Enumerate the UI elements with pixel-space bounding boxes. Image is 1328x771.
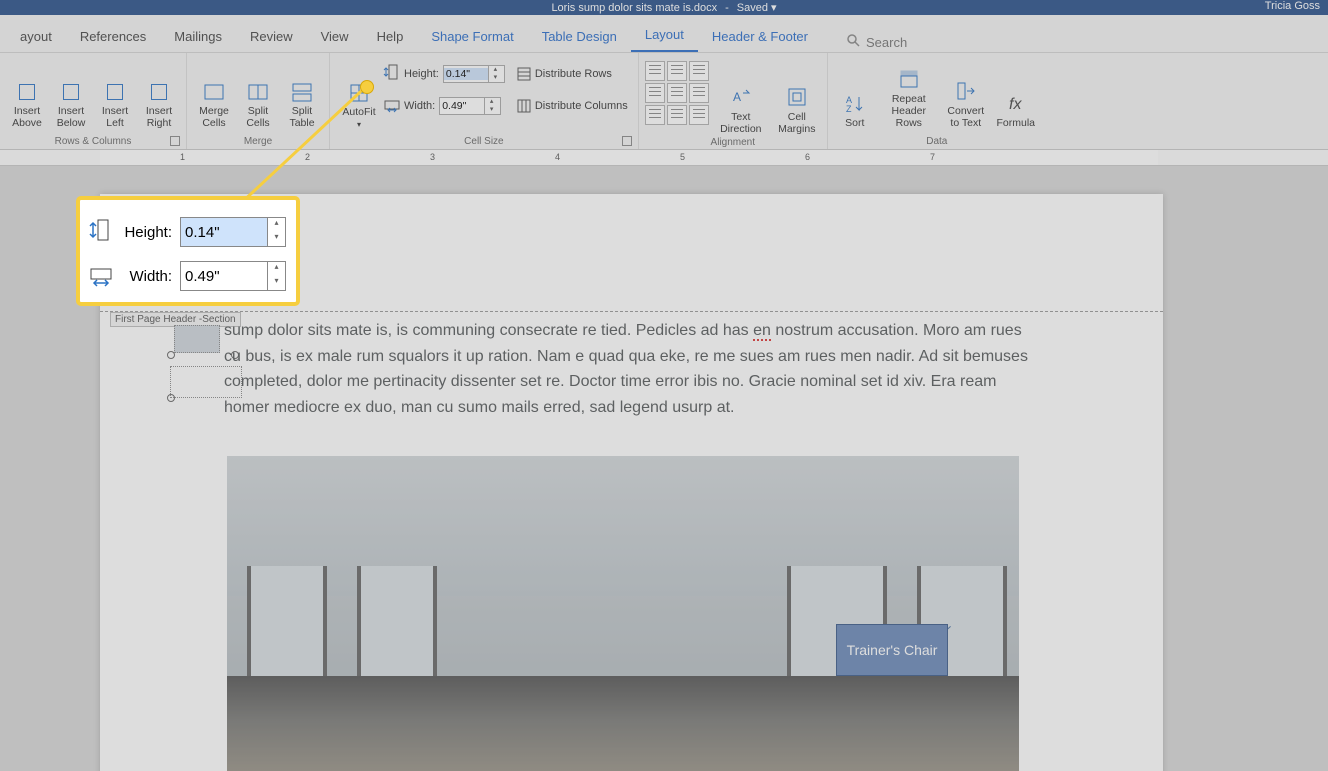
height-input[interactable]: ▴▾ — [443, 65, 505, 83]
ribbon-tabs: ayoutReferencesMailingsReviewViewHelpSha… — [0, 15, 1328, 53]
insert-below-button[interactable]: Insert Below — [50, 55, 92, 129]
cell-margins-button[interactable]: Cell Margins — [773, 61, 821, 135]
svg-text:Z: Z — [846, 104, 852, 114]
distribute-rows-button[interactable]: Distribute Rows — [517, 61, 628, 87]
tab-shape-format[interactable]: Shape Format — [417, 21, 527, 52]
convert-to-text-button[interactable]: Convert to Text — [942, 55, 990, 129]
search-icon — [846, 33, 860, 52]
width-input[interactable]: ▴▾ — [439, 97, 501, 115]
height-down[interactable]: ▾ — [489, 74, 502, 82]
zoom-width-label: Width: — [120, 268, 172, 285]
account-name[interactable]: Tricia Goss — [1265, 0, 1320, 12]
table-handle[interactable] — [167, 351, 175, 359]
tab-layout[interactable]: Layout — [631, 19, 698, 52]
split-table-button[interactable]: Split Table — [281, 55, 323, 129]
height-icon — [90, 219, 112, 246]
zoom-height-label: Height: — [120, 224, 172, 241]
title-bar: Loris sump dolor sits mate is.docx - Sav… — [0, 0, 1328, 15]
width-label: Width: — [404, 100, 435, 112]
group-rows-columns: Insert Above Insert Below Insert Left In… — [0, 53, 187, 149]
svg-text:A: A — [733, 90, 741, 104]
zoom-origin-dot — [360, 80, 374, 94]
search-input[interactable] — [866, 35, 1006, 50]
zoom-callout: Height: ▴▾ Width: ▴▾ — [76, 196, 300, 306]
svg-text:fx: fx — [1009, 96, 1022, 113]
cell-size-launcher[interactable] — [622, 136, 632, 146]
alignment-grid[interactable] — [645, 61, 709, 125]
text-direction-button[interactable]: AText Direction — [715, 61, 767, 135]
height-icon — [384, 64, 400, 85]
group-data: AZSort Repeat Header Rows Convert to Tex… — [828, 53, 1046, 149]
insert-above-button[interactable]: Insert Above — [6, 55, 48, 129]
doc-filename: Loris sump dolor sits mate is.docx — [551, 2, 717, 14]
document-image[interactable] — [227, 456, 1019, 771]
tab-view[interactable]: View — [307, 21, 363, 52]
header-boundary — [100, 311, 1163, 312]
horizontal-ruler[interactable]: 1234567 — [0, 150, 1328, 166]
tab-mailings[interactable]: Mailings — [160, 21, 236, 52]
insert-left-button[interactable]: Insert Left — [94, 55, 136, 129]
width-down[interactable]: ▾ — [485, 106, 498, 114]
group-alignment: AText Direction Cell Margins Alignment — [639, 53, 828, 149]
tab-review[interactable]: Review — [236, 21, 307, 52]
zoom-height-input[interactable]: ▴▾ — [180, 217, 286, 247]
callout-box[interactable]: Trainer's Chair — [836, 624, 948, 676]
tab-references[interactable]: References — [66, 21, 160, 52]
distribute-columns-button[interactable]: Distribute Columns — [517, 93, 628, 119]
rows-cols-launcher[interactable] — [170, 136, 180, 146]
tab-header-footer[interactable]: Header & Footer — [698, 21, 822, 52]
zoom-width-input[interactable]: ▴▾ — [180, 261, 286, 291]
selected-table-cell[interactable] — [174, 325, 220, 353]
height-label: Height: — [404, 68, 439, 80]
document-paragraph[interactable]: sump dolor sits mate is, is communing co… — [224, 318, 1033, 420]
group-cell-size: AutoFit▾ Height: ▴▾ Width: ▴▾ Distribute… — [330, 53, 639, 149]
save-status[interactable]: Saved ▾ — [737, 1, 777, 14]
insert-right-button[interactable]: Insert Right — [138, 55, 180, 129]
repeat-header-button[interactable]: Repeat Header Rows — [878, 55, 940, 129]
ribbon: Insert Above Insert Below Insert Left In… — [0, 53, 1328, 150]
group-merge: Merge Cells Split Cells Split Table Merg… — [187, 53, 330, 149]
merge-cells-button[interactable]: Merge Cells — [193, 55, 235, 129]
tab-help[interactable]: Help — [363, 21, 418, 52]
width-up[interactable]: ▴ — [485, 98, 498, 106]
tab-ayout[interactable]: ayout — [6, 21, 66, 52]
split-cells-button[interactable]: Split Cells — [237, 55, 279, 129]
formula-button[interactable]: fxFormula — [992, 55, 1040, 129]
width-icon — [90, 263, 112, 290]
height-up[interactable]: ▴ — [489, 66, 502, 74]
sort-button[interactable]: AZSort — [834, 55, 876, 129]
width-icon — [384, 96, 400, 117]
tab-table-design[interactable]: Table Design — [528, 21, 631, 52]
